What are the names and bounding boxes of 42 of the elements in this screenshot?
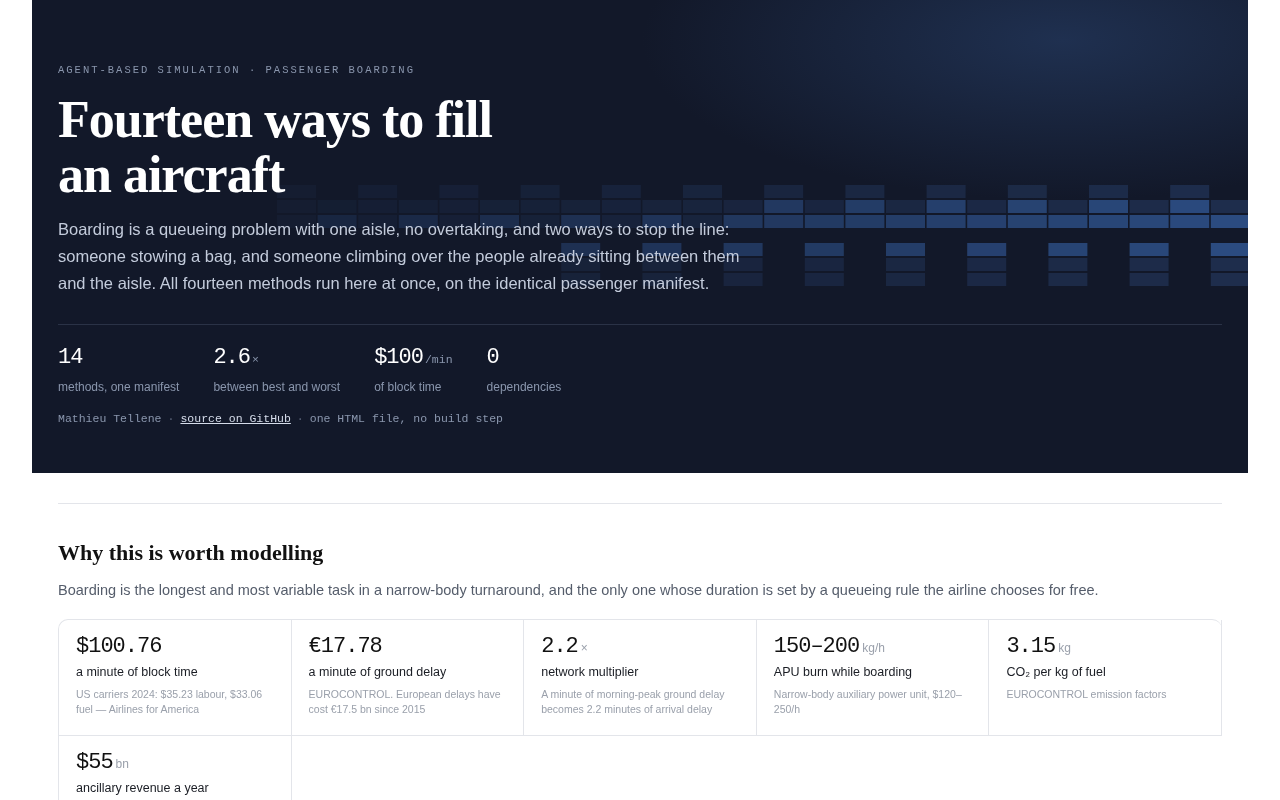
fact-label: ancillary revenue a year xyxy=(76,781,210,795)
fact-source: EUROCONTROL emission factors xyxy=(1006,687,1168,702)
fact-source: EUROCONTROL. European delays have cost €17.5 bn since 2015 xyxy=(308,687,502,717)
stat-unit: × xyxy=(252,353,259,366)
fact-value: 3.15 xyxy=(1006,634,1056,659)
fact-source: US carriers 2024: $35.23 labour, $33.06 fuel — Airlines for America xyxy=(76,687,264,717)
fact-value: 2.2 xyxy=(541,634,578,659)
fact-unit: × xyxy=(580,641,588,655)
fact-value: $100.76 xyxy=(76,634,162,659)
byline-note: one HTML file, no build step xyxy=(309,412,503,425)
stat-unit: /min xyxy=(424,353,453,366)
lede-paragraph: Boarding is a queueing problem with one aisle, no overtaking, and two ways to stop the line: someone stowing a bag, and someone climbing over the people already sitting between them and the aisle. All fourteen methods run here at once, on the identical passenger manifest. xyxy=(58,219,741,294)
stat-value: 14 xyxy=(58,345,83,370)
stat-value: $100 xyxy=(374,345,423,370)
separator-dot: · xyxy=(296,412,304,425)
fact-label: a minute of ground delay xyxy=(308,665,448,679)
stat-label: dependencies xyxy=(486,380,562,394)
stat-label: methods, one manifest xyxy=(58,380,180,394)
fact-unit: kg xyxy=(1058,641,1071,655)
fact-label: a minute of block time xyxy=(76,665,199,679)
github-link[interactable]: source on GitHub xyxy=(180,412,291,425)
fact-label: APU burn while boarding xyxy=(773,665,914,679)
stat-value: 2.6 xyxy=(213,345,250,370)
fact-value: €17.78 xyxy=(308,634,382,659)
stat-label: of block time xyxy=(374,380,443,394)
page-title: an aircraft xyxy=(58,147,285,202)
fact-label: CO₂ per kg of fuel xyxy=(1006,665,1107,679)
fact-label: network multiplier xyxy=(541,665,640,679)
fact-value: $55 xyxy=(76,750,113,775)
fact-value: 150–200 xyxy=(773,634,860,659)
fact-unit: kg/h xyxy=(862,641,885,655)
fact-source: Narrow-body auxiliary power unit, $120–250/h xyxy=(773,687,963,717)
author-name: Mathieu Tellene xyxy=(58,412,162,425)
eyebrow-label: AGENT-BASED SIMULATION · PASSENGER BOARDING xyxy=(58,64,416,76)
page-title: Fourteen ways to fill xyxy=(58,92,492,147)
fact-unit: bn xyxy=(115,757,129,771)
separator-dot: · xyxy=(167,412,175,425)
section-intro: Boarding is the longest and most variable task in a narrow-body turnaround, and the only one whose duration is set by a queueing rule the airline chooses for free. xyxy=(58,582,1100,598)
stat-value: 0 xyxy=(486,345,499,370)
stat-label: between best and worst xyxy=(213,380,341,394)
fact-source: A minute of morning-peak ground delay becomes 2.2 minutes of arrival delay xyxy=(541,687,726,717)
section-heading: Why this is worth modelling xyxy=(58,540,325,566)
